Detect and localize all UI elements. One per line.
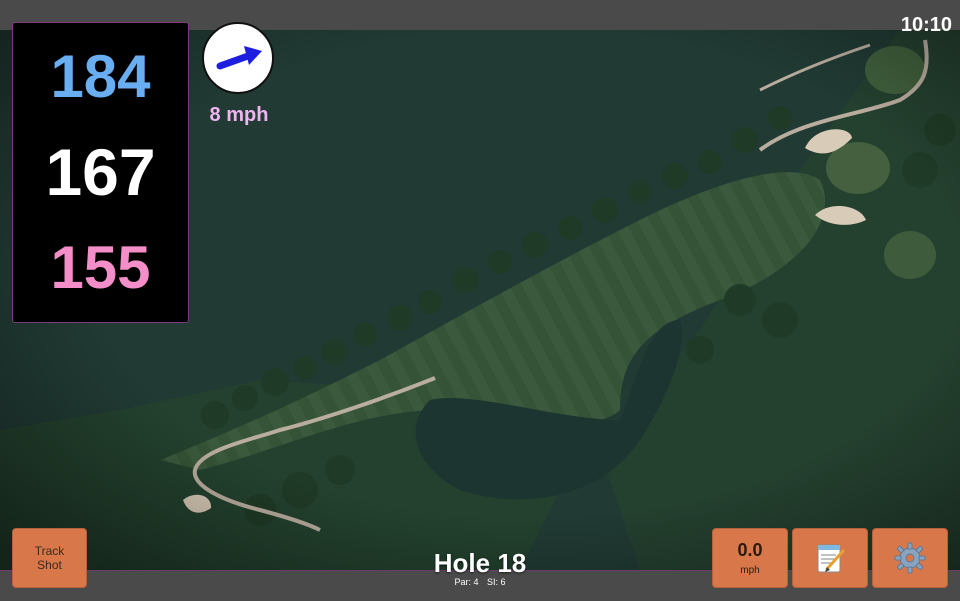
front-distance: 155 bbox=[50, 233, 151, 301]
track-shot-label-line1: Track bbox=[34, 544, 65, 558]
wind-speed-label: 8 mph bbox=[209, 104, 269, 126]
speed-value: 0.0 bbox=[737, 540, 763, 560]
hole-par: Par: 4 bbox=[454, 577, 479, 587]
clock: 10:10 bbox=[900, 14, 952, 36]
wind-dial bbox=[202, 22, 274, 94]
wind-arrow-icon bbox=[216, 46, 262, 70]
hole-meta: Par: 4 SI: 6 bbox=[380, 577, 580, 587]
distance-panel: 184 167 155 bbox=[12, 22, 189, 323]
notepad-icon bbox=[817, 544, 845, 573]
track-shot-label-line2: Shot bbox=[37, 558, 62, 572]
hole-title: Hole 18 bbox=[433, 548, 527, 578]
notes-button[interactable] bbox=[792, 528, 868, 588]
back-distance: 184 bbox=[50, 43, 151, 111]
hole-stroke-index: SI: 6 bbox=[487, 577, 506, 587]
settings-button[interactable] bbox=[872, 528, 948, 588]
track-shot-button[interactable]: Track Shot bbox=[12, 528, 87, 588]
speed-button[interactable]: 0.0 mph bbox=[712, 528, 788, 588]
speed-unit: mph bbox=[740, 565, 760, 576]
gear-icon bbox=[894, 542, 926, 574]
middle-distance: 167 bbox=[45, 135, 156, 210]
